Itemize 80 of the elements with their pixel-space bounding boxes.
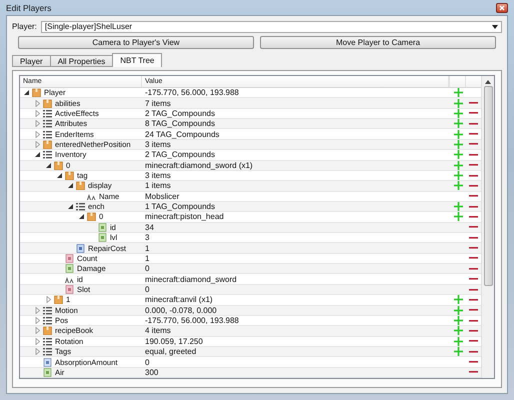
node-value: minecraft:piston_head <box>144 212 225 222</box>
collapsed-arrow-icon[interactable] <box>34 140 41 148</box>
collapsed-arrow-icon[interactable] <box>34 110 41 117</box>
node-value: 34 <box>144 222 155 232</box>
node-value: Mobslicer <box>144 192 180 201</box>
collapsed-arrow-icon[interactable] <box>45 296 52 304</box>
player-dropdown[interactable]: [Single-player]ShelLuser <box>40 20 502 32</box>
expanded-arrow-icon[interactable] <box>78 213 85 220</box>
collapsed-arrow-icon[interactable] <box>34 120 41 128</box>
text-icon <box>87 192 96 201</box>
collapsed-arrow-icon[interactable] <box>34 306 41 314</box>
package-icon <box>43 326 52 336</box>
number-icon <box>65 285 74 294</box>
list-icon <box>43 336 52 346</box>
action-button[interactable]: Camera to Player's View <box>18 36 254 49</box>
text-icon <box>65 274 74 284</box>
node-value: 1 TAG_Compounds <box>144 202 216 212</box>
list-icon <box>43 306 52 315</box>
package-icon <box>32 88 41 98</box>
package-icon <box>76 181 85 190</box>
node-value: minecraft:anvil (x1) <box>144 295 214 304</box>
close-button[interactable] <box>496 2 508 12</box>
tab[interactable]: All Properties <box>50 55 114 67</box>
list-icon <box>43 150 52 160</box>
node-value: 2 TAG_Compounds <box>144 150 216 160</box>
node-value: 1 <box>144 254 150 263</box>
node-value: 7 items <box>144 98 172 108</box>
list-icon <box>43 108 52 118</box>
package-icon <box>43 140 52 149</box>
action-button[interactable]: Move Player to Camera <box>260 36 496 49</box>
node-value: 0 <box>144 264 150 274</box>
node-value: 3 items <box>144 171 172 180</box>
node-value: minecraft:diamond_sword (x1) <box>144 160 254 170</box>
scroll-up-icon[interactable] <box>485 79 491 84</box>
tab[interactable]: Player <box>12 55 51 67</box>
window-title: Edit Players <box>6 2 52 12</box>
package-icon <box>43 98 52 108</box>
node-value: 2 TAG_Compounds <box>144 108 216 118</box>
node-value: 3 items <box>144 140 172 149</box>
node-value: 300 <box>144 368 160 377</box>
list-icon <box>43 130 52 139</box>
list-icon <box>76 202 85 212</box>
collapsed-arrow-icon[interactable] <box>34 130 41 138</box>
node-value: -175.770, 56.000, 193.988 <box>144 88 240 98</box>
node-value: equal, greeted <box>144 347 198 356</box>
package-icon <box>54 295 63 304</box>
collapsed-arrow-icon[interactable] <box>34 317 41 324</box>
close-icon <box>499 4 505 10</box>
node-value: 4 items <box>144 326 172 336</box>
expanded-arrow-icon[interactable] <box>45 162 52 169</box>
node-value: 190.059, 17.250 <box>144 336 204 346</box>
node-value: 1 items <box>144 181 172 190</box>
node-value: -175.770, 56.000, 193.988 <box>144 316 240 326</box>
expanded-arrow-icon[interactable] <box>67 203 74 210</box>
list-icon <box>43 119 52 128</box>
expanded-arrow-icon[interactable] <box>67 182 74 190</box>
node-value: 24 TAG_Compounds <box>144 130 220 139</box>
node-value: minecraft:diamond_sword <box>144 274 238 284</box>
expanded-arrow-icon[interactable] <box>23 89 30 96</box>
expanded-arrow-icon[interactable] <box>56 172 63 180</box>
collapsed-arrow-icon[interactable] <box>34 327 41 334</box>
tab[interactable]: NBT Tree <box>112 53 162 67</box>
node-value: 0 <box>144 358 150 367</box>
collapsed-arrow-icon[interactable] <box>34 338 41 345</box>
expanded-arrow-icon[interactable] <box>34 151 41 158</box>
collapsed-arrow-icon[interactable] <box>34 100 41 107</box>
package-icon <box>54 160 63 170</box>
node-value: 8 TAG_Compounds <box>144 119 216 128</box>
package-icon <box>87 212 96 222</box>
scrollbar-thumb[interactable] <box>484 86 492 286</box>
list-icon <box>43 347 52 356</box>
dropdown-caret-icon <box>492 24 498 28</box>
node-value: 1 <box>144 244 150 253</box>
list-icon <box>43 316 52 326</box>
node-value: 0 <box>144 285 150 294</box>
node-value: 0.000, -0.078, 0.000 <box>144 306 218 315</box>
player-label: Player: <box>12 22 37 31</box>
node-value: 3 <box>144 233 150 242</box>
collapsed-arrow-icon[interactable] <box>34 348 41 356</box>
package-icon <box>65 171 74 180</box>
